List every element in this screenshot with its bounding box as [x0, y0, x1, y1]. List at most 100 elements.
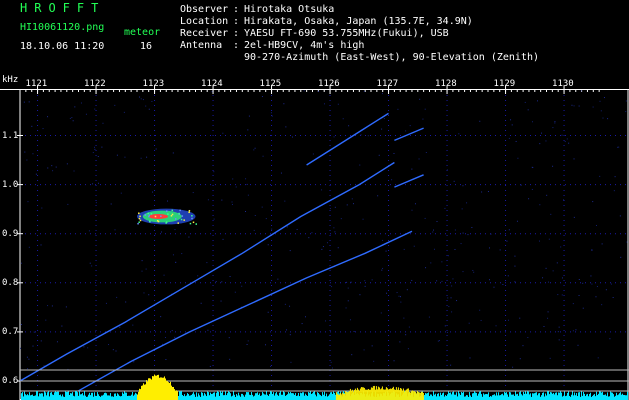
- noise-dot: [31, 125, 33, 127]
- noise-dot: [66, 163, 68, 165]
- noise-dot: [28, 358, 30, 360]
- noise-dot: [601, 243, 603, 245]
- burst-bar: [372, 386, 374, 400]
- level-bar: [192, 393, 193, 400]
- noise-dot: [172, 152, 174, 154]
- noise-dot: [284, 200, 286, 202]
- level-bar: [291, 393, 292, 400]
- level-bar: [461, 391, 462, 400]
- level-bar: [295, 393, 296, 400]
- burst-bar: [401, 390, 403, 400]
- burst-bar: [417, 392, 419, 400]
- noise-dot: [444, 325, 446, 327]
- noise-dot: [146, 156, 148, 158]
- level-bar: [447, 394, 448, 400]
- noise-dot: [433, 229, 435, 231]
- level-bar: [229, 392, 230, 400]
- noise-dot: [515, 140, 517, 142]
- level-bar: [61, 396, 62, 400]
- noise-dot: [116, 154, 118, 156]
- burst-bar: [391, 387, 393, 400]
- level-bar: [124, 391, 125, 400]
- level-bar: [589, 394, 590, 400]
- level-bar: [80, 394, 81, 400]
- noise-dot: [617, 146, 619, 148]
- level-bar: [598, 393, 599, 400]
- level-bar: [544, 396, 545, 400]
- meteor-trace: [78, 230, 413, 392]
- level-bar: [441, 395, 442, 400]
- noise-dot: [311, 232, 313, 234]
- noise-dot: [165, 359, 167, 361]
- meteor-echo-pixel: [137, 222, 139, 225]
- noise-dot: [558, 339, 560, 341]
- noise-dot: [28, 101, 30, 103]
- noise-dot: [359, 164, 361, 166]
- level-bar: [25, 394, 26, 400]
- x-tick-label: 1121: [25, 79, 48, 89]
- noise-dot: [441, 261, 443, 263]
- burst-bar: [176, 390, 177, 400]
- noise-dot: [312, 153, 314, 155]
- level-bar: [182, 394, 183, 400]
- level-bar: [554, 394, 555, 400]
- level-bar: [203, 395, 204, 400]
- level-bar: [481, 394, 482, 400]
- noise-dot: [531, 121, 533, 123]
- burst-bar: [153, 376, 154, 400]
- burst-bar: [410, 391, 412, 400]
- level-bar: [454, 394, 455, 400]
- level-bar: [52, 394, 53, 400]
- level-bar: [134, 394, 135, 400]
- level-bar: [282, 394, 283, 400]
- noise-dot: [419, 98, 421, 100]
- noise-dot: [221, 281, 223, 283]
- noise-dot: [573, 158, 575, 160]
- level-bar: [578, 392, 579, 400]
- noise-dot: [301, 323, 303, 325]
- noise-dot: [507, 275, 509, 277]
- noise-dot: [292, 136, 294, 138]
- level-bar: [498, 392, 499, 400]
- level-bar: [251, 392, 252, 400]
- level-bar: [262, 391, 263, 400]
- noise-dot: [26, 356, 28, 358]
- noise-dot: [473, 271, 475, 273]
- level-bar: [623, 394, 624, 400]
- noise-dot: [221, 199, 223, 201]
- noise-dot: [52, 170, 54, 172]
- level-bar: [472, 393, 473, 400]
- noise-dot: [155, 148, 157, 150]
- meteor-echo-pixel: [156, 219, 159, 222]
- level-bar: [274, 395, 275, 400]
- burst-bar: [351, 389, 353, 400]
- noise-dot: [23, 101, 25, 103]
- noise-dot: [32, 345, 34, 347]
- level-bar: [619, 393, 620, 400]
- level-bar: [293, 393, 294, 400]
- noise-dot: [337, 247, 339, 249]
- noise-dot: [532, 167, 534, 169]
- noise-dot: [572, 303, 574, 305]
- level-bar: [573, 395, 574, 400]
- meteor-echo-pixel: [171, 209, 174, 212]
- burst-bar: [162, 377, 163, 400]
- noise-dot: [580, 90, 582, 92]
- level-bar: [456, 392, 457, 400]
- level-bar: [624, 394, 625, 400]
- burst-bar: [363, 387, 365, 400]
- level-bar: [127, 395, 128, 400]
- level-bar: [433, 391, 434, 400]
- level-bar: [506, 392, 507, 400]
- noise-dot: [441, 280, 443, 282]
- burst-bar: [421, 391, 423, 400]
- burst-bar: [381, 386, 383, 400]
- burst-bar: [383, 389, 385, 400]
- meteor-echo-pixel: [191, 217, 193, 220]
- noise-dot: [253, 229, 255, 231]
- noise-dot: [547, 311, 549, 313]
- level-bar: [256, 393, 257, 400]
- level-bar: [538, 393, 539, 400]
- meteor-echo-pixel: [150, 213, 153, 215]
- noise-dot: [67, 203, 69, 205]
